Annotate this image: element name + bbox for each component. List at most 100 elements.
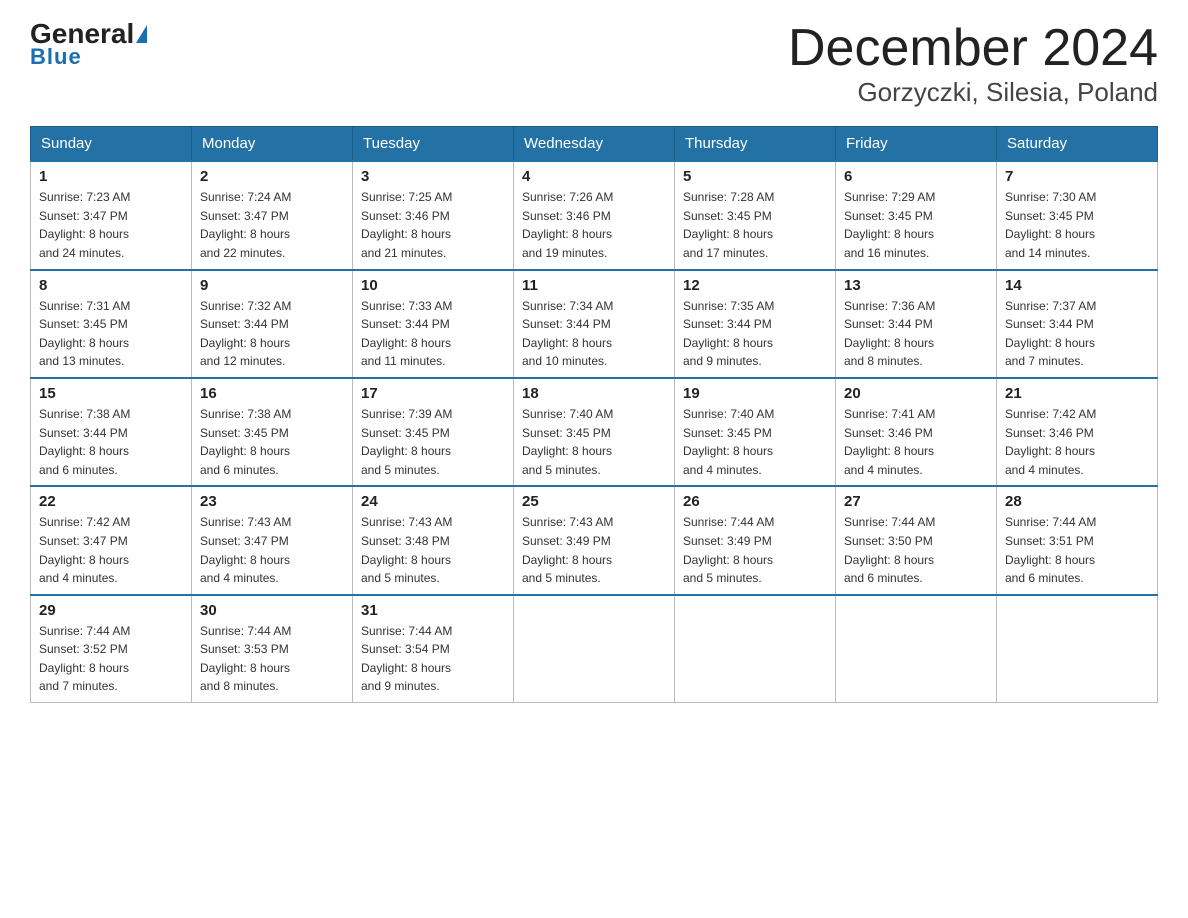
- day-number: 15: [39, 385, 183, 402]
- day-info: Sunrise: 7:26 AM Sunset: 3:46 PM Dayligh…: [522, 188, 666, 262]
- day-number: 10: [361, 277, 505, 294]
- table-row: 23 Sunrise: 7:43 AM Sunset: 3:47 PM Dayl…: [192, 486, 353, 594]
- day-info: Sunrise: 7:37 AM Sunset: 3:44 PM Dayligh…: [1005, 297, 1149, 371]
- calendar-week-row: 15 Sunrise: 7:38 AM Sunset: 3:44 PM Dayl…: [31, 378, 1158, 486]
- day-number: 5: [683, 168, 827, 185]
- table-row: 13 Sunrise: 7:36 AM Sunset: 3:44 PM Dayl…: [836, 270, 997, 378]
- table-row: 28 Sunrise: 7:44 AM Sunset: 3:51 PM Dayl…: [997, 486, 1158, 594]
- day-info: Sunrise: 7:44 AM Sunset: 3:50 PM Dayligh…: [844, 513, 988, 587]
- page-subtitle: Gorzyczki, Silesia, Poland: [788, 77, 1158, 108]
- table-row: 22 Sunrise: 7:42 AM Sunset: 3:47 PM Dayl…: [31, 486, 192, 594]
- day-info: Sunrise: 7:43 AM Sunset: 3:48 PM Dayligh…: [361, 513, 505, 587]
- logo-blue-text: Blue: [30, 44, 82, 70]
- day-number: 31: [361, 602, 505, 619]
- day-info: Sunrise: 7:33 AM Sunset: 3:44 PM Dayligh…: [361, 297, 505, 371]
- calendar-week-row: 29 Sunrise: 7:44 AM Sunset: 3:52 PM Dayl…: [31, 595, 1158, 703]
- day-info: Sunrise: 7:42 AM Sunset: 3:46 PM Dayligh…: [1005, 405, 1149, 479]
- day-info: Sunrise: 7:44 AM Sunset: 3:49 PM Dayligh…: [683, 513, 827, 587]
- table-row: 11 Sunrise: 7:34 AM Sunset: 3:44 PM Dayl…: [514, 270, 675, 378]
- day-number: 23: [200, 493, 344, 510]
- day-info: Sunrise: 7:39 AM Sunset: 3:45 PM Dayligh…: [361, 405, 505, 479]
- calendar-header-row: Sunday Monday Tuesday Wednesday Thursday…: [31, 127, 1158, 162]
- day-number: 1: [39, 168, 183, 185]
- table-row: 1 Sunrise: 7:23 AM Sunset: 3:47 PM Dayli…: [31, 161, 192, 269]
- calendar-table: Sunday Monday Tuesday Wednesday Thursday…: [30, 126, 1158, 703]
- day-info: Sunrise: 7:28 AM Sunset: 3:45 PM Dayligh…: [683, 188, 827, 262]
- day-number: 3: [361, 168, 505, 185]
- day-info: Sunrise: 7:41 AM Sunset: 3:46 PM Dayligh…: [844, 405, 988, 479]
- table-row: 12 Sunrise: 7:35 AM Sunset: 3:44 PM Dayl…: [675, 270, 836, 378]
- table-row: 9 Sunrise: 7:32 AM Sunset: 3:44 PM Dayli…: [192, 270, 353, 378]
- table-row: 20 Sunrise: 7:41 AM Sunset: 3:46 PM Dayl…: [836, 378, 997, 486]
- table-row: 26 Sunrise: 7:44 AM Sunset: 3:49 PM Dayl…: [675, 486, 836, 594]
- table-row: 15 Sunrise: 7:38 AM Sunset: 3:44 PM Dayl…: [31, 378, 192, 486]
- day-info: Sunrise: 7:43 AM Sunset: 3:49 PM Dayligh…: [522, 513, 666, 587]
- day-number: 7: [1005, 168, 1149, 185]
- day-number: 6: [844, 168, 988, 185]
- col-wednesday: Wednesday: [514, 127, 675, 162]
- table-row: [836, 595, 997, 703]
- day-info: Sunrise: 7:24 AM Sunset: 3:47 PM Dayligh…: [200, 188, 344, 262]
- logo: General Blue: [30, 20, 147, 70]
- table-row: 6 Sunrise: 7:29 AM Sunset: 3:45 PM Dayli…: [836, 161, 997, 269]
- title-block: December 2024 Gorzyczki, Silesia, Poland: [788, 20, 1158, 108]
- day-info: Sunrise: 7:44 AM Sunset: 3:54 PM Dayligh…: [361, 622, 505, 696]
- day-number: 30: [200, 602, 344, 619]
- table-row: 14 Sunrise: 7:37 AM Sunset: 3:44 PM Dayl…: [997, 270, 1158, 378]
- day-number: 25: [522, 493, 666, 510]
- table-row: [675, 595, 836, 703]
- day-number: 21: [1005, 385, 1149, 402]
- table-row: [997, 595, 1158, 703]
- day-info: Sunrise: 7:38 AM Sunset: 3:45 PM Dayligh…: [200, 405, 344, 479]
- table-row: 7 Sunrise: 7:30 AM Sunset: 3:45 PM Dayli…: [997, 161, 1158, 269]
- day-info: Sunrise: 7:40 AM Sunset: 3:45 PM Dayligh…: [522, 405, 666, 479]
- day-info: Sunrise: 7:44 AM Sunset: 3:51 PM Dayligh…: [1005, 513, 1149, 587]
- day-number: 28: [1005, 493, 1149, 510]
- table-row: 29 Sunrise: 7:44 AM Sunset: 3:52 PM Dayl…: [31, 595, 192, 703]
- day-number: 22: [39, 493, 183, 510]
- day-info: Sunrise: 7:32 AM Sunset: 3:44 PM Dayligh…: [200, 297, 344, 371]
- col-thursday: Thursday: [675, 127, 836, 162]
- day-number: 18: [522, 385, 666, 402]
- table-row: 19 Sunrise: 7:40 AM Sunset: 3:45 PM Dayl…: [675, 378, 836, 486]
- table-row: 31 Sunrise: 7:44 AM Sunset: 3:54 PM Dayl…: [353, 595, 514, 703]
- page-header: General Blue December 2024 Gorzyczki, Si…: [30, 20, 1158, 108]
- day-info: Sunrise: 7:44 AM Sunset: 3:52 PM Dayligh…: [39, 622, 183, 696]
- table-row: 16 Sunrise: 7:38 AM Sunset: 3:45 PM Dayl…: [192, 378, 353, 486]
- table-row: 24 Sunrise: 7:43 AM Sunset: 3:48 PM Dayl…: [353, 486, 514, 594]
- day-info: Sunrise: 7:23 AM Sunset: 3:47 PM Dayligh…: [39, 188, 183, 262]
- day-number: 27: [844, 493, 988, 510]
- table-row: 4 Sunrise: 7:26 AM Sunset: 3:46 PM Dayli…: [514, 161, 675, 269]
- calendar-week-row: 8 Sunrise: 7:31 AM Sunset: 3:45 PM Dayli…: [31, 270, 1158, 378]
- table-row: 30 Sunrise: 7:44 AM Sunset: 3:53 PM Dayl…: [192, 595, 353, 703]
- day-info: Sunrise: 7:30 AM Sunset: 3:45 PM Dayligh…: [1005, 188, 1149, 262]
- day-info: Sunrise: 7:36 AM Sunset: 3:44 PM Dayligh…: [844, 297, 988, 371]
- day-info: Sunrise: 7:31 AM Sunset: 3:45 PM Dayligh…: [39, 297, 183, 371]
- day-info: Sunrise: 7:42 AM Sunset: 3:47 PM Dayligh…: [39, 513, 183, 587]
- table-row: 2 Sunrise: 7:24 AM Sunset: 3:47 PM Dayli…: [192, 161, 353, 269]
- day-number: 26: [683, 493, 827, 510]
- table-row: 17 Sunrise: 7:39 AM Sunset: 3:45 PM Dayl…: [353, 378, 514, 486]
- col-monday: Monday: [192, 127, 353, 162]
- page-title: December 2024: [788, 20, 1158, 77]
- day-number: 19: [683, 385, 827, 402]
- day-info: Sunrise: 7:40 AM Sunset: 3:45 PM Dayligh…: [683, 405, 827, 479]
- calendar-week-row: 22 Sunrise: 7:42 AM Sunset: 3:47 PM Dayl…: [31, 486, 1158, 594]
- table-row: 5 Sunrise: 7:28 AM Sunset: 3:45 PM Dayli…: [675, 161, 836, 269]
- col-tuesday: Tuesday: [353, 127, 514, 162]
- col-sunday: Sunday: [31, 127, 192, 162]
- table-row: 8 Sunrise: 7:31 AM Sunset: 3:45 PM Dayli…: [31, 270, 192, 378]
- day-info: Sunrise: 7:43 AM Sunset: 3:47 PM Dayligh…: [200, 513, 344, 587]
- day-number: 17: [361, 385, 505, 402]
- table-row: 25 Sunrise: 7:43 AM Sunset: 3:49 PM Dayl…: [514, 486, 675, 594]
- table-row: 3 Sunrise: 7:25 AM Sunset: 3:46 PM Dayli…: [353, 161, 514, 269]
- day-info: Sunrise: 7:29 AM Sunset: 3:45 PM Dayligh…: [844, 188, 988, 262]
- day-info: Sunrise: 7:44 AM Sunset: 3:53 PM Dayligh…: [200, 622, 344, 696]
- day-number: 16: [200, 385, 344, 402]
- day-number: 11: [522, 277, 666, 294]
- day-number: 24: [361, 493, 505, 510]
- day-info: Sunrise: 7:34 AM Sunset: 3:44 PM Dayligh…: [522, 297, 666, 371]
- day-number: 14: [1005, 277, 1149, 294]
- table-row: 18 Sunrise: 7:40 AM Sunset: 3:45 PM Dayl…: [514, 378, 675, 486]
- day-info: Sunrise: 7:25 AM Sunset: 3:46 PM Dayligh…: [361, 188, 505, 262]
